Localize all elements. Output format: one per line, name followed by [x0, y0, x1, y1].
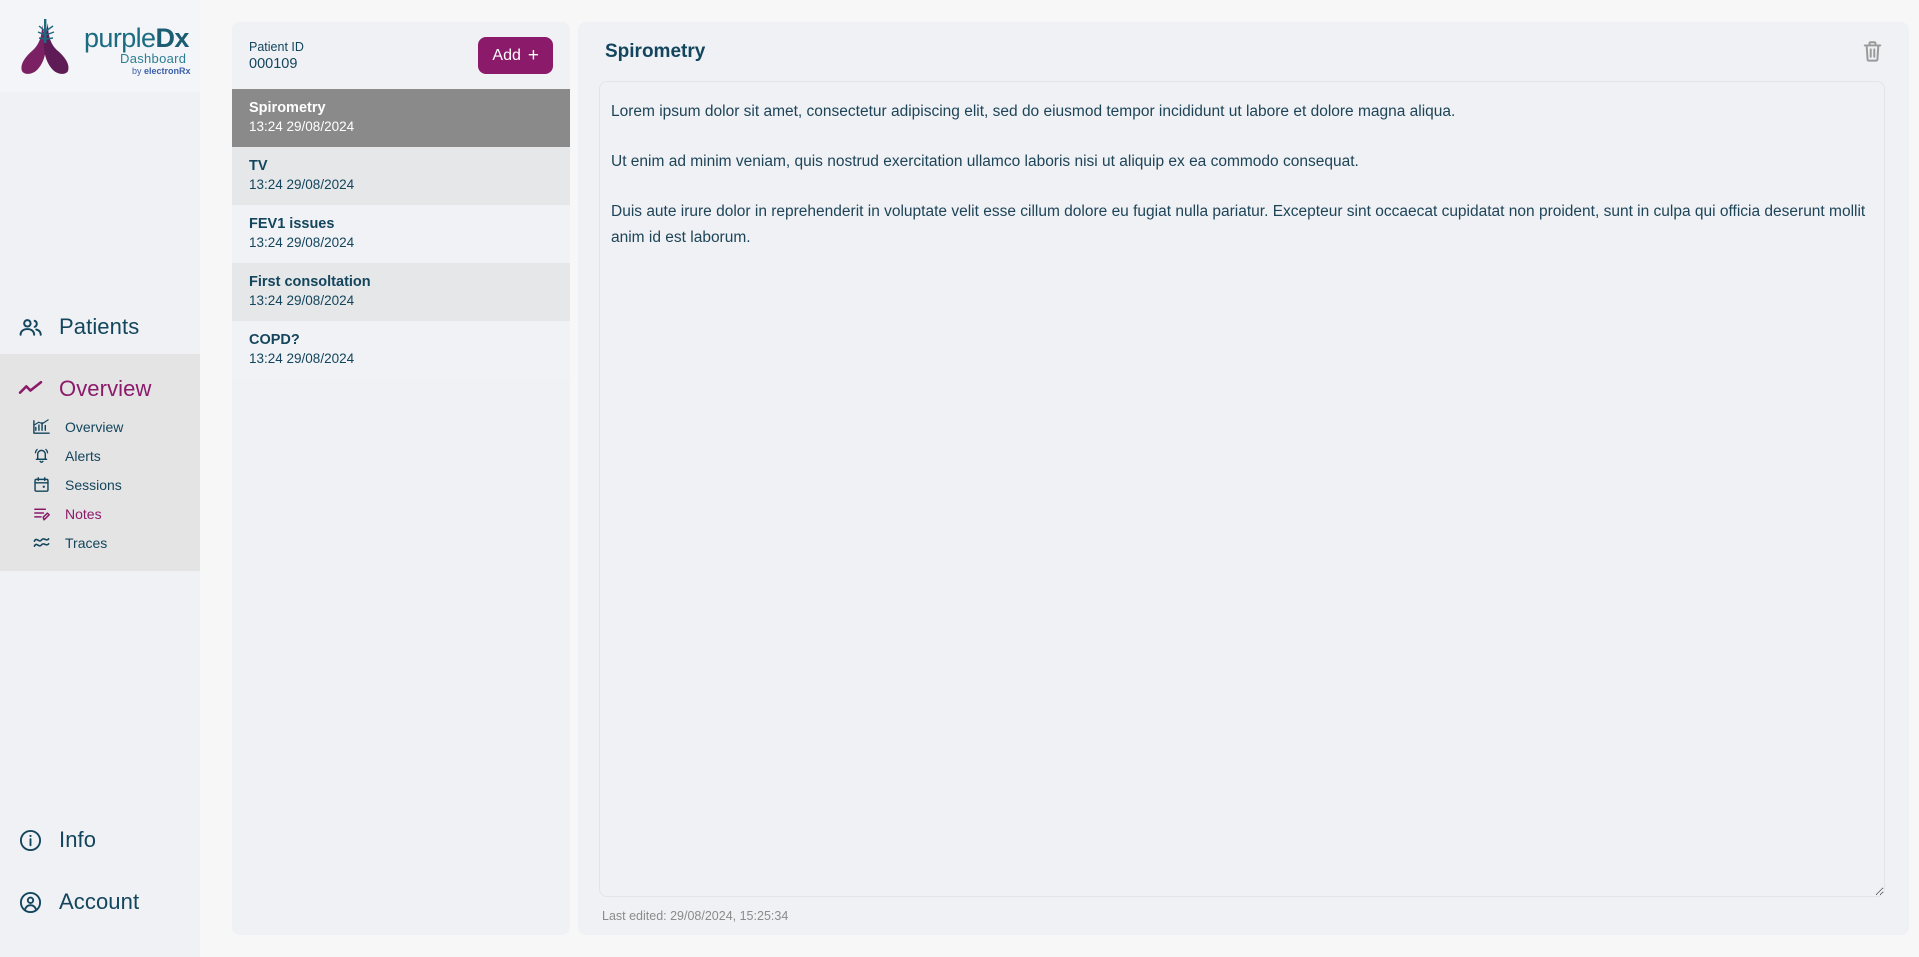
- sidebar-subitem-label: Traces: [65, 534, 108, 551]
- sidebar: purpleDx Dashboard by electronRx Patient…: [0, 0, 200, 957]
- sidebar-subitem-notes[interactable]: Notes: [0, 499, 200, 528]
- calendar-icon: [32, 475, 51, 494]
- sidebar-bottom-group: Info Account: [0, 809, 200, 957]
- patient-id-label: Patient ID: [249, 39, 304, 54]
- svg-text:purpleDx: purpleDx: [84, 23, 189, 53]
- note-list-item-title: Spirometry: [249, 100, 326, 116]
- note-list-item[interactable]: FEV1 issues 13:24 29/08/2024: [232, 205, 570, 263]
- app-root: purpleDx Dashboard by electronRx Patient…: [0, 0, 1919, 957]
- page-title: Spirometry: [605, 40, 706, 62]
- note-detail-panel: Spirometry Last edited: 29/08/2024, 15:2…: [578, 22, 1909, 935]
- brand-logo-area: purpleDx Dashboard by electronRx: [0, 0, 200, 92]
- sidebar-top-spacer: [0, 92, 200, 300]
- last-edited-timestamp: Last edited: 29/08/2024, 15:25:34: [602, 909, 789, 923]
- note-text-editor[interactable]: [599, 81, 1885, 897]
- sidebar-item-overview[interactable]: Overview: [0, 360, 200, 412]
- sidebar-subitem-label: Notes: [65, 505, 102, 522]
- note-list-item-title: COPD?: [249, 332, 300, 348]
- bar-chart-icon: [32, 417, 51, 436]
- sidebar-subitem-label: Overview: [65, 418, 124, 435]
- sidebar-item-label: Patients: [59, 314, 140, 339]
- svg-text:by electronRx: by electronRx: [132, 66, 191, 76]
- sidebar-item-label: Info: [59, 827, 97, 852]
- patient-id-block: Patient ID 000109: [249, 40, 304, 72]
- lungs-logo-icon: purpleDx Dashboard by electronRx: [12, 15, 191, 77]
- note-body-wrapper: [578, 81, 1909, 897]
- sidebar-subitem-label: Sessions: [65, 476, 122, 493]
- note-list-item-date: 13:24 29/08/2024: [249, 119, 355, 134]
- note-list-item-date: 13:24 29/08/2024: [249, 235, 355, 250]
- note-list-item-title: First consoltation: [249, 274, 371, 290]
- note-list-item[interactable]: Spirometry 13:24 29/08/2024: [232, 89, 570, 147]
- bell-icon: [32, 446, 51, 465]
- add-note-button[interactable]: Add +: [478, 37, 553, 74]
- sidebar-subitem-sessions[interactable]: Sessions: [0, 470, 200, 499]
- notes-edit-icon: [32, 504, 51, 523]
- sidebar-subitem-alerts[interactable]: Alerts: [0, 441, 200, 470]
- add-note-button-label: Add: [492, 46, 521, 64]
- notes-list[interactable]: Spirometry 13:24 29/08/2024 TV 13:24 29/08/…: [232, 89, 570, 935]
- users-icon: [18, 315, 43, 340]
- sidebar-item-account[interactable]: Account: [0, 871, 200, 935]
- sidebar-subitem-traces[interactable]: Traces: [0, 528, 200, 557]
- note-list-item-title: FEV1 issues: [249, 216, 335, 232]
- sidebar-item-patients[interactable]: Patients: [0, 300, 200, 354]
- note-list-item[interactable]: First consoltation 13:24 29/08/2024: [232, 263, 570, 321]
- note-list-item[interactable]: TV 13:24 29/08/2024: [232, 147, 570, 205]
- note-list-item-date: 13:24 29/08/2024: [249, 177, 355, 192]
- notes-list-panel: Patient ID 000109 Add + Spirometry 13:24 …: [232, 22, 570, 935]
- note-detail-header: Spirometry: [578, 22, 1909, 81]
- trend-line-icon: [18, 377, 43, 402]
- note-list-item-title: TV: [249, 158, 268, 174]
- delete-note-button[interactable]: [1858, 36, 1887, 67]
- notes-list-header: Patient ID 000109 Add +: [232, 22, 570, 89]
- plus-icon: +: [527, 45, 539, 66]
- sidebar-subitem-label: Alerts: [65, 447, 101, 464]
- trash-icon: [1862, 40, 1883, 63]
- sidebar-subitem-overview[interactable]: Overview: [0, 412, 200, 441]
- user-circle-icon: [18, 890, 43, 915]
- note-list-item-date: 13:24 29/08/2024: [249, 351, 355, 366]
- patient-id-value: 000109: [249, 55, 298, 72]
- info-circle-icon: [18, 828, 43, 853]
- note-list-item-date: 13:24 29/08/2024: [249, 293, 355, 308]
- svg-text:Dashboard: Dashboard: [120, 51, 186, 66]
- sidebar-section-overview: Overview Overview Alerts Sessions Notes …: [0, 354, 200, 571]
- sidebar-item-label: Overview: [59, 376, 152, 401]
- wave-icon: [32, 533, 51, 552]
- sidebar-item-info[interactable]: Info: [0, 809, 200, 871]
- sidebar-item-label: Account: [59, 889, 140, 914]
- note-list-item[interactable]: COPD? 13:24 29/08/2024: [232, 321, 570, 379]
